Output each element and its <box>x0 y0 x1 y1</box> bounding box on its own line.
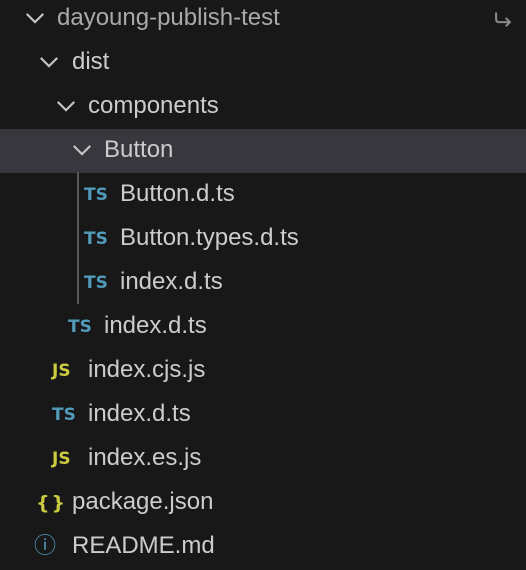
tree-item-file[interactable]: TS index.d.ts <box>0 393 526 437</box>
tree-item-file[interactable]: JS index.es.js <box>0 437 526 481</box>
file-label: index.d.ts <box>104 312 207 339</box>
tree-item-file[interactable]: {} package.json <box>0 481 526 525</box>
file-label: index.es.js <box>88 444 202 471</box>
typescript-file-icon: TS <box>84 229 108 249</box>
tree-item-button-folder[interactable]: Button <box>0 129 526 173</box>
tree-item-file[interactable]: TS Button.types.d.ts <box>0 217 526 261</box>
tree-item-components[interactable]: components <box>0 85 526 129</box>
info-file-icon: ⓘ <box>34 534 57 559</box>
folder-label: Button <box>104 136 174 163</box>
folder-label: components <box>88 92 219 119</box>
chevron-down-icon <box>56 101 76 112</box>
root-folder-label: dayoung-publish-test <box>57 4 280 31</box>
chevron-down-icon <box>25 13 45 24</box>
file-label: index.cjs.js <box>88 356 206 383</box>
chevron-down-icon <box>39 57 59 68</box>
typescript-file-icon: TS <box>84 273 108 293</box>
file-label: Button.types.d.ts <box>120 224 299 251</box>
tree-item-file[interactable]: TS index.d.ts <box>0 261 526 305</box>
file-explorer-tree: dayoung-publish-test dist components But… <box>0 0 526 570</box>
javascript-file-icon: JS <box>52 361 71 381</box>
file-label: index.d.ts <box>88 400 191 427</box>
file-label: index.d.ts <box>120 268 223 295</box>
typescript-file-icon: TS <box>68 317 92 337</box>
redo-arrow-icon[interactable] <box>492 7 514 29</box>
file-label: package.json <box>72 488 214 515</box>
file-label: README.md <box>72 532 215 559</box>
tree-item-file[interactable]: TS Button.d.ts <box>0 173 526 217</box>
tree-item-dist[interactable]: dist <box>0 41 526 85</box>
folder-label: dist <box>72 48 110 75</box>
tree-item-file[interactable]: ⓘ README.md <box>0 525 526 569</box>
typescript-file-icon: TS <box>52 405 76 425</box>
file-label: Button.d.ts <box>120 180 235 207</box>
tree-root-folder[interactable]: dayoung-publish-test <box>0 0 526 41</box>
json-file-icon: {} <box>36 492 68 514</box>
tree-item-file[interactable]: TS index.d.ts <box>0 305 526 349</box>
tree-item-file[interactable]: JS index.cjs.js <box>0 349 526 393</box>
typescript-file-icon: TS <box>84 185 108 205</box>
javascript-file-icon: JS <box>52 449 71 469</box>
chevron-down-icon <box>72 145 92 156</box>
